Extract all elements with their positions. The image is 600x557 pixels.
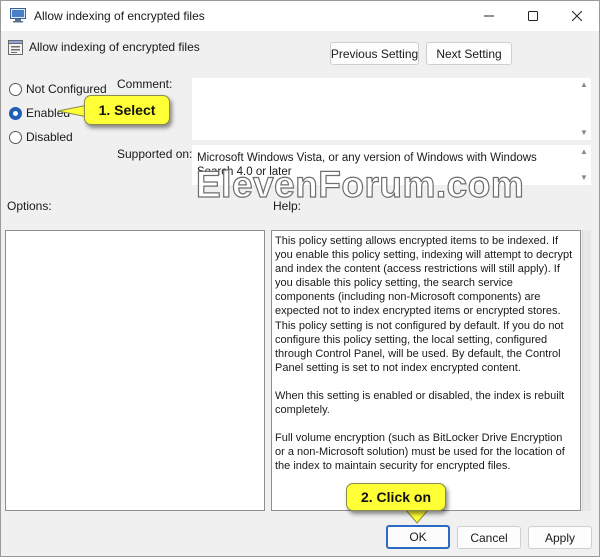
policy-dialog-window: Allow indexing of encrypted files Allow … <box>0 0 600 557</box>
minimize-button[interactable] <box>467 1 511 31</box>
callout-click-on: 2. Click on <box>346 483 446 511</box>
apply-label: Apply <box>544 530 576 545</box>
minimize-icon <box>484 15 494 17</box>
cancel-label: Cancel <box>470 530 508 545</box>
next-setting-label: Next Setting <box>436 46 502 61</box>
window-title: Allow indexing of encrypted files <box>34 9 205 23</box>
title-bar: Allow indexing of encrypted files <box>1 1 599 31</box>
callout-select-text: 1. Select <box>98 102 156 118</box>
close-button[interactable] <box>555 1 599 31</box>
help-scrollbar[interactable] <box>581 230 592 511</box>
help-paragraph-3: Full volume encryption (such as BitLocke… <box>275 432 565 473</box>
previous-setting-button[interactable]: Previous Setting <box>330 42 419 65</box>
policy-app-icon <box>10 8 26 23</box>
scroll-up-icon: ▲ <box>580 80 588 89</box>
maximize-icon <box>528 11 538 21</box>
comment-scrollbar[interactable]: ▲ ▼ <box>577 78 591 140</box>
radio-label-disabled: Disabled <box>26 130 73 144</box>
radio-circle-checked <box>9 106 22 120</box>
cancel-button[interactable]: Cancel <box>457 526 521 549</box>
previous-setting-label: Previous Setting <box>330 46 419 61</box>
radio-circle <box>9 82 22 96</box>
radio-circle <box>9 130 22 144</box>
help-scrollbar-track <box>582 230 591 511</box>
help-text: This policy setting allows encrypted ite… <box>275 234 574 487</box>
options-pane <box>5 230 265 511</box>
help-pane: This policy setting allows encrypted ite… <box>271 230 581 511</box>
maximize-button[interactable] <box>511 1 555 31</box>
ok-button[interactable]: OK <box>386 525 450 549</box>
watermark: ElevenForum.com <box>195 163 525 205</box>
options-label: Options: <box>7 199 52 213</box>
policy-name: Allow indexing of encrypted files <box>29 40 200 54</box>
next-setting-button[interactable]: Next Setting <box>426 42 512 65</box>
apply-button[interactable]: Apply <box>528 526 592 549</box>
comment-textarea[interactable]: ▲ ▼ <box>192 78 591 140</box>
supported-on-label: Supported on: <box>117 147 193 161</box>
radio-label-not-configured: Not Configured <box>26 82 107 96</box>
scroll-down-icon: ▼ <box>580 173 588 182</box>
callout-2-pointer <box>403 508 431 524</box>
callout-select: 1. Select <box>84 95 170 125</box>
scroll-down-icon: ▼ <box>580 128 588 137</box>
supported-on-scrollbar[interactable]: ▲ ▼ <box>577 145 591 185</box>
callout-click-on-text: 2. Click on <box>360 489 432 505</box>
help-paragraph-1: This policy setting allows encrypted ite… <box>275 235 573 374</box>
radio-disabled[interactable]: Disabled <box>9 129 73 145</box>
policy-setting-icon <box>8 40 23 55</box>
ok-label: OK <box>409 530 427 544</box>
scroll-up-icon: ▲ <box>580 147 588 156</box>
close-icon <box>572 11 582 21</box>
comment-label: Comment: <box>117 77 173 91</box>
help-paragraph-2: When this setting is enabled or disabled… <box>275 389 565 417</box>
